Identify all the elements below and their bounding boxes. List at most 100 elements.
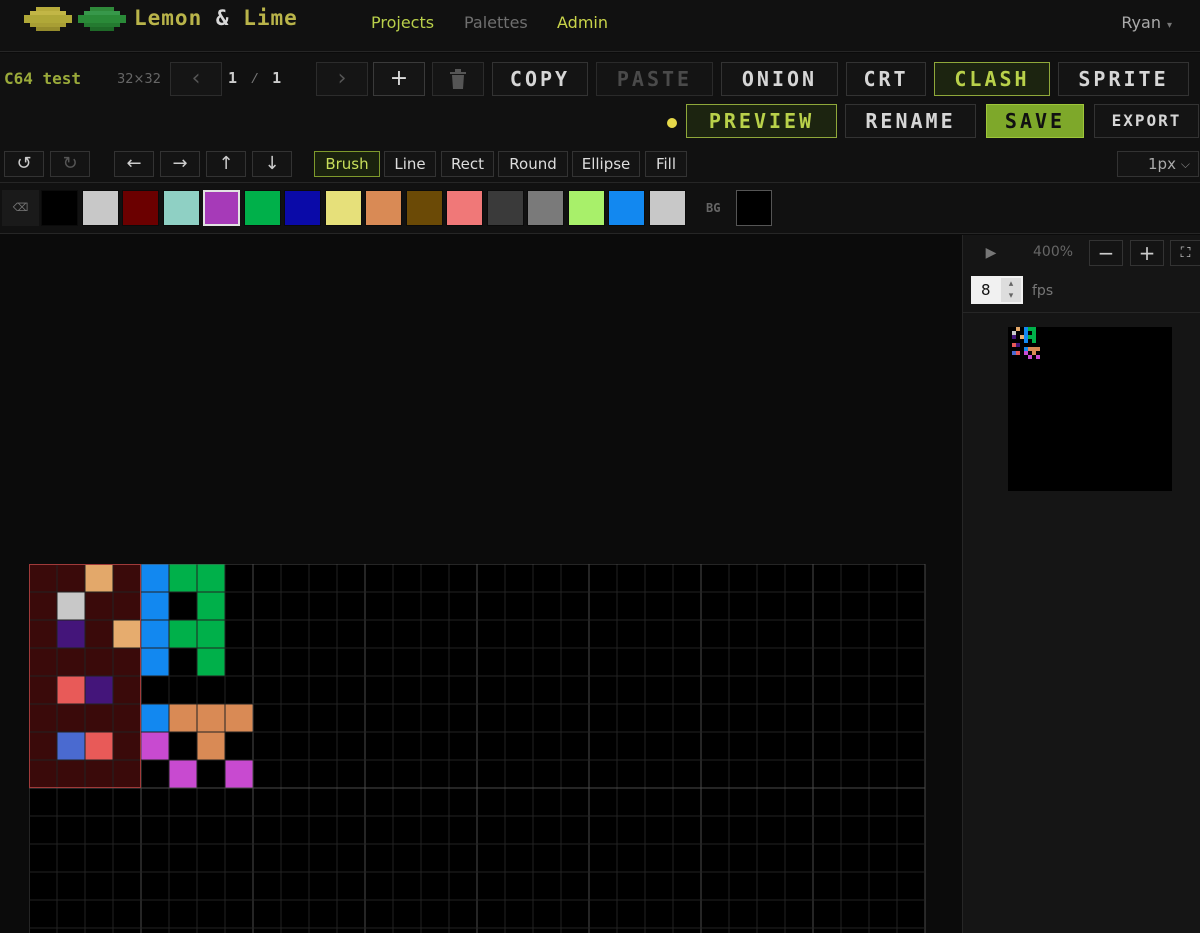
shift-left-button[interactable]: ← <box>114 151 154 177</box>
pixel <box>225 760 253 788</box>
tool-fill[interactable]: Fill <box>645 151 687 177</box>
fps-input[interactable]: 8 ▴ ▾ <box>971 276 1023 304</box>
fullscreen-icon[interactable]: ⛶ <box>1170 240 1200 266</box>
color-swatch[interactable] <box>41 190 78 226</box>
preview-pixel <box>1028 355 1032 359</box>
erase-color-icon[interactable]: ⌫ <box>2 190 39 226</box>
color-swatch[interactable] <box>567 190 605 226</box>
paste-button[interactable]: PASTE <box>596 62 713 96</box>
color-swatch[interactable] <box>365 190 402 226</box>
color-swatch[interactable] <box>405 190 443 226</box>
color-swatch[interactable] <box>486 190 524 226</box>
tool-line[interactable]: Line <box>384 151 436 177</box>
brand-ampersand: & <box>215 6 230 30</box>
pixel <box>57 592 85 620</box>
pixel <box>85 732 113 760</box>
redo-button[interactable]: ↻ <box>50 151 90 177</box>
pixel <box>225 704 253 732</box>
preview-pixel <box>1028 335 1032 339</box>
zoom-in-button[interactable]: + <box>1130 240 1164 266</box>
delete-frame-button[interactable] <box>432 62 484 96</box>
color-swatch[interactable] <box>162 190 200 226</box>
zoom-out-button[interactable]: − <box>1089 240 1123 266</box>
shift-up-button[interactable]: ↑ <box>206 151 246 177</box>
save-button[interactable]: SAVE <box>986 104 1084 138</box>
color-swatch[interactable] <box>81 190 119 226</box>
export-button[interactable]: EXPORT <box>1094 104 1199 138</box>
preview-pixel <box>1032 331 1036 335</box>
pixel <box>57 732 85 760</box>
tool-brush[interactable]: Brush <box>314 151 380 177</box>
preview-pixel <box>1024 351 1028 355</box>
color-swatch[interactable] <box>527 190 564 226</box>
top-navigation: Lemon & Lime Projects Palettes Admin Rya… <box>0 0 1200 52</box>
canvas-area[interactable] <box>0 235 962 933</box>
bg-label: BG <box>706 201 721 215</box>
nav-link-projects[interactable]: Projects <box>371 13 434 32</box>
preview-button[interactable]: PREVIEW <box>686 104 837 138</box>
brand-lemon: Lemon <box>134 6 203 30</box>
pixel <box>197 564 225 592</box>
brand-title[interactable]: Lemon & Lime <box>134 6 298 30</box>
pixel <box>197 648 225 676</box>
copy-button[interactable]: COPY <box>492 62 588 96</box>
pixel <box>57 676 85 704</box>
shift-right-button[interactable]: → <box>160 151 200 177</box>
preview-pixel <box>1032 339 1036 343</box>
lime-logo-icon <box>78 7 126 31</box>
onion-button[interactable]: ONION <box>721 62 838 96</box>
color-swatch[interactable] <box>284 190 321 226</box>
clash-button[interactable]: CLASH <box>934 62 1050 96</box>
color-swatch[interactable] <box>324 190 362 226</box>
fps-value: 8 <box>981 281 991 299</box>
pixel <box>85 564 113 592</box>
rename-button[interactable]: RENAME <box>845 104 976 138</box>
spin-up-icon[interactable]: ▴ <box>1001 278 1021 290</box>
pixel <box>169 704 197 732</box>
bg-color-swatch[interactable] <box>736 190 772 226</box>
tool-ellipse[interactable]: Ellipse <box>572 151 640 177</box>
preview-pixel <box>1020 335 1024 339</box>
preview-pixel <box>1028 347 1032 351</box>
pixel <box>113 620 141 648</box>
user-menu[interactable]: Ryan ▾ <box>1121 13 1172 32</box>
pixel <box>141 648 169 676</box>
preview-pixel <box>1016 327 1020 331</box>
tool-rect[interactable]: Rect <box>441 151 494 177</box>
nav-link-admin[interactable]: Admin <box>557 13 608 32</box>
color-swatch[interactable] <box>446 190 483 226</box>
crt-button[interactable]: CRT <box>846 62 926 96</box>
nav-link-palettes[interactable]: Palettes <box>464 13 528 32</box>
color-swatch[interactable] <box>608 190 645 226</box>
project-name[interactable]: C64 test <box>4 69 81 88</box>
preview-pixel <box>1024 347 1028 351</box>
preview-pixel <box>1012 351 1016 355</box>
preview-pixel <box>1024 339 1028 343</box>
brush-size-select[interactable]: 1px ⌵ <box>1117 151 1199 177</box>
undo-button[interactable]: ↺ <box>4 151 44 177</box>
spin-down-icon[interactable]: ▾ <box>1001 290 1021 302</box>
color-swatch[interactable] <box>122 190 159 226</box>
pixel <box>197 592 225 620</box>
play-icon[interactable]: ▶ <box>973 240 1009 266</box>
prev-frame-button[interactable]: ‹ <box>170 62 222 96</box>
shift-down-button[interactable]: ↓ <box>252 151 292 177</box>
add-frame-button[interactable]: + <box>373 62 425 96</box>
color-swatch[interactable] <box>203 190 240 226</box>
pixel <box>169 760 197 788</box>
unsaved-indicator <box>667 118 677 128</box>
color-swatch[interactable] <box>648 190 686 226</box>
fps-spinner[interactable]: ▴ ▾ <box>1001 278 1021 302</box>
pixel-canvas[interactable] <box>29 564 926 933</box>
next-frame-button[interactable]: › <box>316 62 368 96</box>
preview-pixel <box>1012 335 1016 339</box>
color-swatch[interactable] <box>243 190 281 226</box>
preview-pixel <box>1012 343 1016 347</box>
preview-pixel <box>1016 343 1020 347</box>
preview-thumbnail <box>1008 327 1172 491</box>
pixel <box>141 592 169 620</box>
preview-pixel <box>1036 355 1040 359</box>
tool-round[interactable]: Round <box>498 151 568 177</box>
sprite-button[interactable]: SPRITE <box>1058 62 1189 96</box>
frame-separator: ⁄ <box>250 69 262 87</box>
